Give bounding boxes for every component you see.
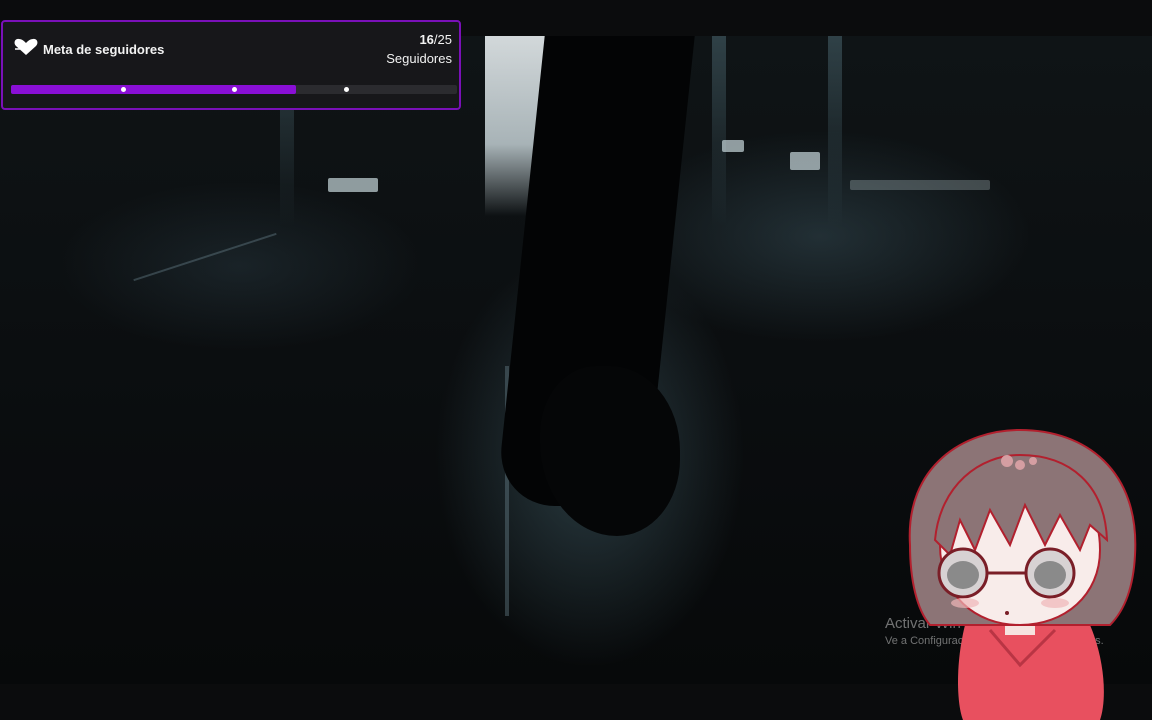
goal-milestone-dot: [344, 87, 349, 92]
goal-progress-track: [11, 85, 457, 94]
shoe-silhouette: [540, 366, 680, 536]
floor-line: [133, 232, 277, 282]
light-glint: [790, 152, 820, 170]
goal-current: 16: [419, 32, 434, 47]
hallway-door-frame: [712, 36, 726, 226]
light-glint: [722, 140, 744, 152]
goal-progress-fill: [11, 85, 297, 94]
goal-milestone-dot: [121, 87, 126, 92]
light-glint: [328, 178, 378, 192]
goal-milestone-dot: [232, 87, 237, 92]
follower-goal-widget: Meta de seguidores 16/25 Seguidores: [1, 20, 461, 110]
goal-target: 25: [437, 32, 452, 47]
heart-icon: [14, 38, 38, 55]
light-glint: [850, 180, 990, 190]
goal-title: Meta de seguidores: [43, 42, 165, 57]
goal-count: 16/25: [419, 32, 452, 47]
goal-unit: Seguidores: [386, 51, 452, 66]
hallway-door-frame: [828, 36, 842, 226]
anime-avatar-image: [908, 428, 1137, 720]
